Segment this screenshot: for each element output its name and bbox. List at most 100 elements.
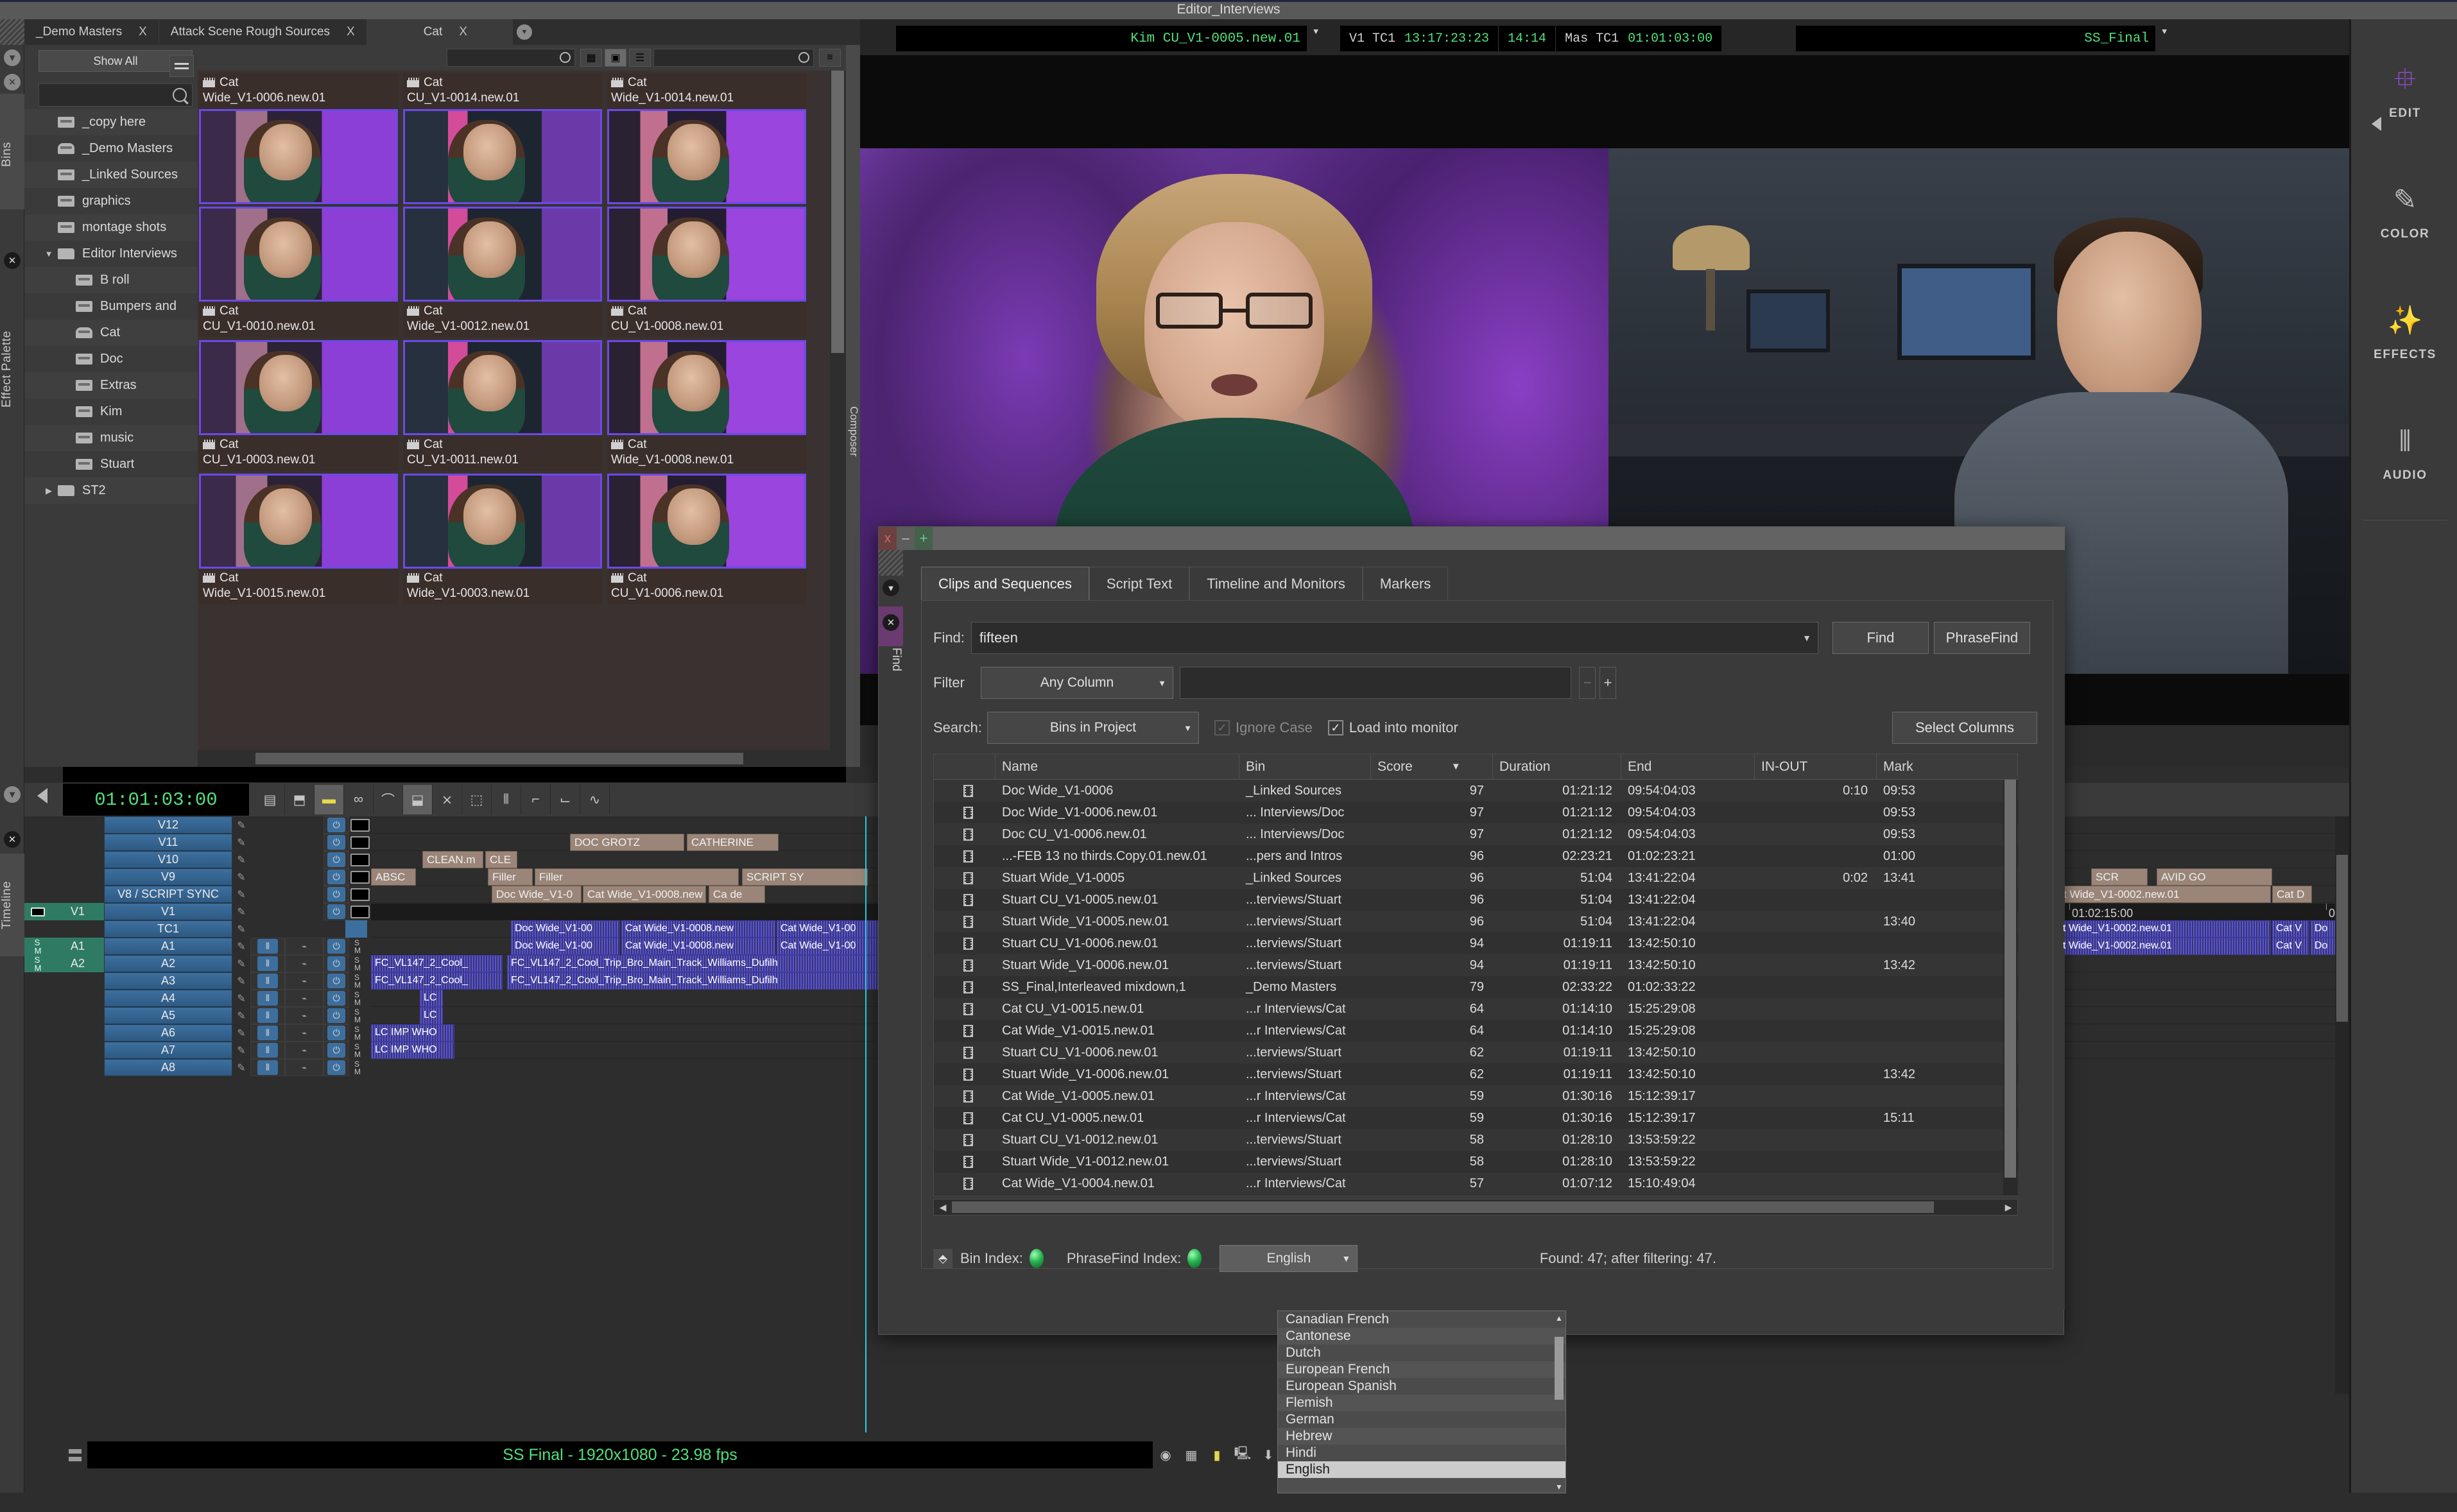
bin-filter-input[interactable] bbox=[447, 49, 575, 67]
bin-tab-overflow-button[interactable]: ▼ bbox=[513, 19, 536, 45]
search-scope-dropdown[interactable]: Bins in Project ▼ bbox=[987, 712, 1199, 744]
track-waveform-button[interactable]: ⦀ bbox=[250, 955, 285, 972]
scrollbar-thumb[interactable] bbox=[831, 71, 844, 353]
track-solo-mute[interactable]: SM bbox=[349, 1042, 366, 1059]
bin-thumbnail-item[interactable]: Cat Wide_V1-0015.new.01 bbox=[199, 474, 398, 605]
timeline-video-clip[interactable]: Cat Wide_V1-0008.new bbox=[583, 886, 706, 903]
timeline-position-timecode[interactable]: 01:01:03:00 bbox=[63, 784, 249, 816]
column-header-bin[interactable]: Bin bbox=[1239, 753, 1371, 780]
bin-tab-demo-masters[interactable]: _Demo Masters X bbox=[24, 19, 159, 45]
tab-script-text[interactable]: Script Text bbox=[1089, 567, 1190, 600]
timeline-audio-clip[interactable]: Cat V bbox=[2272, 920, 2309, 938]
track-edit-pencil-icon[interactable]: ✎ bbox=[232, 886, 250, 903]
bin-thumbnail-item[interactable]: Cat Wide_V1-0006.new.01 bbox=[199, 73, 398, 204]
bin-thumbnail-item[interactable]: Cat Wide_V1-0008.new.01 bbox=[607, 340, 806, 471]
filter-text-input[interactable] bbox=[1180, 667, 1571, 699]
gear-icon[interactable]: ⬘ bbox=[933, 1249, 953, 1268]
track-solo-mute[interactable]: SM bbox=[349, 990, 366, 1007]
track-name-button[interactable]: A3 bbox=[104, 972, 232, 990]
timeline-video-clip[interactable]: Filler bbox=[488, 868, 533, 886]
bin-tree-item[interactable]: ▶ ST2 bbox=[24, 477, 198, 504]
track-enable-button[interactable]: ⏻ bbox=[323, 1007, 349, 1024]
scrollbar-thumb[interactable] bbox=[1555, 1337, 1564, 1400]
timeline-marker-button[interactable]: ⬒ bbox=[285, 785, 315, 814]
minimize-icon[interactable]: – bbox=[897, 527, 915, 550]
track-source-selector[interactable] bbox=[51, 1024, 104, 1042]
find-button[interactable]: Find bbox=[1832, 622, 1929, 654]
table-row[interactable]: Cat CU_V1-0015.new.01 ...r Interviews/Cat… bbox=[934, 998, 2019, 1020]
close-icon[interactable]: ✕ bbox=[883, 614, 899, 631]
language-option[interactable]: Cantonese bbox=[1278, 1328, 1565, 1344]
table-row[interactable]: Cat Wide_V1-0015.new.01 ...r Interviews/C… bbox=[934, 1020, 2019, 1042]
track-patch-button[interactable] bbox=[24, 1042, 51, 1059]
timeline-video-clip[interactable]: Doc Wide_V1-0 bbox=[492, 886, 582, 903]
tab-timeline-and-monitors[interactable]: Timeline and Monitors bbox=[1189, 567, 1363, 600]
timeline-video-clip[interactable]: SCRIPT SY bbox=[742, 868, 868, 886]
track-enable-button[interactable]: ⏻ bbox=[323, 938, 349, 955]
track-enable-button[interactable]: ⏻ bbox=[323, 903, 349, 920]
timeline-mark-out-button[interactable]: ⌙ bbox=[551, 785, 580, 814]
track-automation-button[interactable]: ⌁ bbox=[285, 955, 323, 972]
timeline-mark-in-button[interactable]: ⌐ bbox=[521, 785, 551, 814]
track-enable-button[interactable]: ⏻ bbox=[323, 816, 349, 834]
track-enable-button[interactable]: ⏻ bbox=[323, 990, 349, 1007]
track-monitor-button[interactable] bbox=[349, 868, 371, 886]
track-waveform-button[interactable]: ⦀ bbox=[250, 972, 285, 990]
column-header-score[interactable]: Score ▼ bbox=[1371, 753, 1493, 780]
language-option[interactable]: Canadian French bbox=[1278, 1311, 1565, 1328]
track-edit-pencil-icon[interactable]: ✎ bbox=[232, 1007, 250, 1024]
maximize-icon[interactable]: + bbox=[915, 527, 933, 550]
language-option[interactable]: Flemish bbox=[1278, 1395, 1565, 1411]
track-enable-button[interactable]: ⏻ bbox=[323, 851, 349, 868]
timeline-track-header[interactable]: V9 ✎ ⏻ bbox=[24, 868, 371, 886]
timeline-video-clip[interactable]: AVID GO bbox=[2157, 868, 2272, 886]
results-vertical-scrollbar[interactable] bbox=[2003, 780, 2017, 1196]
track-source-selector[interactable]: V1 bbox=[51, 903, 104, 920]
timeline-track-header[interactable]: A6 ✎ ⦀ ⌁ ⏻ S M bbox=[24, 1024, 371, 1042]
track-enable-button[interactable]: ⏻ bbox=[323, 1042, 349, 1059]
scroll-down-icon[interactable]: ▼ bbox=[1554, 1481, 1564, 1493]
track-name-button[interactable]: TC1 bbox=[104, 920, 232, 938]
track-enable-button[interactable]: ⏻ bbox=[323, 868, 349, 886]
scroll-right-icon[interactable]: ▶ bbox=[2002, 1201, 2015, 1213]
table-row[interactable]: Doc Wide_V1-0006 _Linked Sources 97 01:21:1… bbox=[934, 780, 2019, 802]
table-row[interactable]: Stuart Wide_V1-0006.new.01 ...terviews/St… bbox=[934, 954, 2019, 976]
table-row[interactable]: Stuart Wide_V1-0005.new.01 ...terviews/St… bbox=[934, 911, 2019, 932]
column-header-inout[interactable]: IN-OUT bbox=[1755, 753, 1877, 780]
timeline-trim-button[interactable]: ⌒ bbox=[374, 785, 403, 814]
bin-thumbnail-item[interactable]: Cat CU_V1-0010.new.01 bbox=[199, 207, 398, 338]
timeline-audio-clip[interactable]: FC_VL147_2_Cool_ bbox=[371, 972, 503, 990]
rail-label-effect-palette[interactable]: Effect Palette bbox=[0, 273, 24, 465]
track-name-button[interactable]: A4 bbox=[104, 990, 232, 1007]
track-automation-button[interactable]: ⌁ bbox=[285, 972, 323, 990]
track-patch-button[interactable] bbox=[24, 834, 51, 851]
rail-timeline-collapse-button[interactable]: ▼ bbox=[2, 784, 22, 805]
timeline-track-header[interactable]: V1 V1 ✎ ⏻ bbox=[24, 903, 371, 920]
track-patch-button[interactable]: SM bbox=[24, 938, 51, 955]
track-name-button[interactable]: A2 bbox=[104, 955, 232, 972]
bin-search-input[interactable] bbox=[39, 83, 193, 107]
language-menu-scrollbar[interactable]: ▲ ▼ bbox=[1554, 1312, 1564, 1493]
track-source-selector[interactable] bbox=[51, 868, 104, 886]
track-waveform-button[interactable]: ⦀ bbox=[250, 990, 285, 1007]
column-header-end[interactable]: End bbox=[1621, 753, 1755, 780]
twisty-open-icon[interactable]: ▼ bbox=[40, 249, 58, 259]
color-bars-icon[interactable]: ▮ bbox=[1204, 1441, 1230, 1468]
bin-tree-item[interactable]: _Linked Sources bbox=[24, 162, 198, 188]
track-edit-pencil-icon[interactable]: ✎ bbox=[232, 955, 250, 972]
track-name-button[interactable]: V10 bbox=[104, 851, 232, 868]
timeline-audio-clip[interactable]: Cat V bbox=[2272, 938, 2309, 955]
table-row[interactable]: Stuart CU_V1-0012.new.01 ...terviews/Stua… bbox=[934, 1129, 2019, 1151]
timeline-vertical-scrollbar[interactable] bbox=[2335, 816, 2349, 1394]
workspace-tab-color[interactable]: ✎ COLOR bbox=[2351, 159, 2457, 268]
table-row[interactable]: Stuart CU_V1-0005.new.01 ...terviews/Stua… bbox=[934, 889, 2019, 911]
timeline-video-clip[interactable]: Ca de bbox=[709, 886, 765, 903]
twisty-closed-icon[interactable]: ▶ bbox=[40, 486, 58, 496]
track-patch-button[interactable] bbox=[24, 920, 51, 938]
bin-tree-item[interactable]: _Demo Masters bbox=[24, 135, 198, 162]
rail-collapse-button[interactable]: ▼ bbox=[2, 47, 22, 68]
bin-tree-item[interactable]: Kim bbox=[24, 399, 198, 425]
table-row[interactable]: Doc CU_V1-0006.new.01 ... Interviews/Doc 9… bbox=[934, 823, 2019, 845]
close-icon[interactable]: x bbox=[879, 527, 897, 550]
track-source-selector[interactable] bbox=[51, 1059, 104, 1076]
